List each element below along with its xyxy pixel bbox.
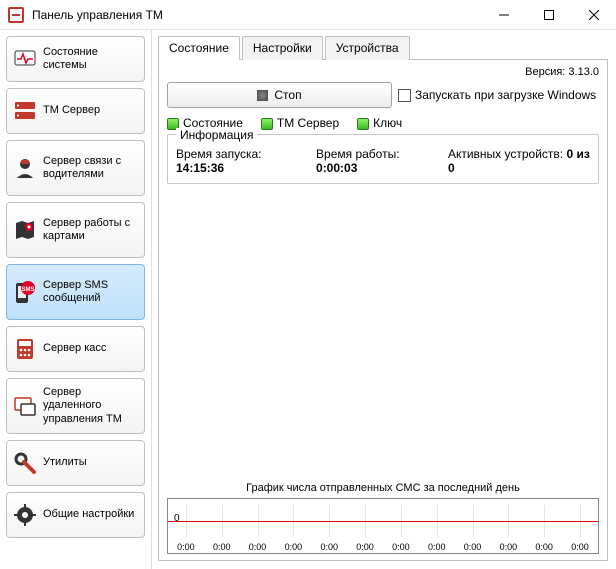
- tab-devices[interactable]: Устройства: [325, 36, 410, 60]
- devices-label: Активных устройств:: [448, 147, 563, 161]
- main-panel: Состояние Настройки Устройства Версия: 3…: [152, 30, 616, 569]
- calculator-icon: [13, 337, 37, 361]
- sidebar-item-remote[interactable]: Сервер удаленного управления ТМ: [6, 378, 145, 434]
- map-icon: [13, 218, 37, 242]
- status-label: ТМ Сервер: [277, 116, 339, 130]
- stop-icon: [257, 90, 268, 101]
- close-button[interactable]: [571, 0, 616, 30]
- stop-button[interactable]: Стоп: [167, 82, 392, 108]
- version-label: Версия: 3.13.0: [167, 66, 599, 78]
- sidebar-item-settings[interactable]: Общие настройки: [6, 492, 145, 538]
- chart-zero-label: 0: [174, 513, 180, 524]
- title-bar: Панель управления ТМ: [0, 0, 616, 30]
- tab-content: Версия: 3.13.0 Стоп Запускать при загруз…: [158, 60, 608, 561]
- sidebar-item-label: Сервер удаленного управления ТМ: [43, 386, 138, 426]
- tools-icon: [13, 451, 37, 475]
- stop-button-label: Стоп: [274, 88, 301, 102]
- sidebar-item-label: Утилиты: [43, 456, 87, 469]
- info-fieldset: Информация Время запуска: 14:15:36 Время…: [167, 134, 599, 184]
- remote-icon: [13, 394, 37, 418]
- autostart-checkbox[interactable]: Запускать при загрузке Windows: [398, 88, 596, 102]
- gear-icon: [13, 503, 37, 527]
- window-title: Панель управления ТМ: [32, 8, 481, 22]
- monitor-icon: [13, 47, 37, 71]
- sidebar-item-system-status[interactable]: Состояние системы: [6, 36, 145, 82]
- sidebar-item-label: Общие настройки: [43, 508, 134, 521]
- server-icon: [13, 99, 37, 123]
- start-value: 14:15:36: [176, 161, 224, 175]
- sidebar-item-utilities[interactable]: Утилиты: [6, 440, 145, 486]
- info-legend: Информация: [176, 128, 257, 142]
- uptime-value: 0:00:03: [316, 161, 357, 175]
- driver-icon: [13, 156, 37, 180]
- sidebar-item-sms[interactable]: SMS Сервер SMS сообщений: [6, 264, 145, 320]
- status-label: Ключ: [373, 116, 402, 130]
- chart-title: График числа отправленных СМС за последн…: [167, 482, 599, 494]
- sidebar-item-driver-comm[interactable]: Сервер связи с водителями: [6, 140, 145, 196]
- chart-x-ticks: 0:000:000:000:000:000:000:000:000:000:00…: [168, 542, 598, 552]
- sms-chart: 0 0:000:000:000:000:000:000:000:000:000:…: [167, 498, 599, 554]
- sidebar: Состояние системы ТМ Сервер Сервер связи…: [0, 30, 152, 569]
- sms-icon: SMS: [13, 280, 37, 304]
- autostart-label: Запускать при загрузке Windows: [415, 88, 596, 102]
- sidebar-item-label: Сервер работы с картами: [43, 217, 138, 243]
- minimize-button[interactable]: [481, 0, 526, 30]
- sidebar-item-maps[interactable]: Сервер работы с картами: [6, 202, 145, 258]
- tab-settings[interactable]: Настройки: [242, 36, 323, 60]
- sidebar-item-label: Сервер SMS сообщений: [43, 279, 138, 305]
- tab-state[interactable]: Состояние: [158, 36, 240, 60]
- sidebar-item-cash[interactable]: Сервер касс: [6, 326, 145, 372]
- maximize-button[interactable]: [526, 0, 571, 30]
- sidebar-item-label: Состояние системы: [43, 46, 138, 72]
- sidebar-item-label: Сервер связи с водителями: [43, 155, 138, 181]
- led-icon: [357, 118, 369, 130]
- chart-zero-line: [168, 521, 598, 522]
- start-label: Время запуска:: [176, 147, 262, 161]
- app-icon: [8, 7, 24, 23]
- tab-bar: Состояние Настройки Устройства: [158, 36, 608, 60]
- chart-block: График числа отправленных СМС за последн…: [167, 476, 599, 554]
- uptime-label: Время работы:: [316, 147, 400, 161]
- checkbox-box-icon: [398, 89, 411, 102]
- led-icon: [261, 118, 273, 130]
- sidebar-item-label: Сервер касс: [43, 342, 106, 355]
- sidebar-item-label: ТМ Сервер: [43, 104, 100, 117]
- sidebar-item-tm-server[interactable]: ТМ Сервер: [6, 88, 145, 134]
- svg-text:SMS: SMS: [21, 287, 34, 293]
